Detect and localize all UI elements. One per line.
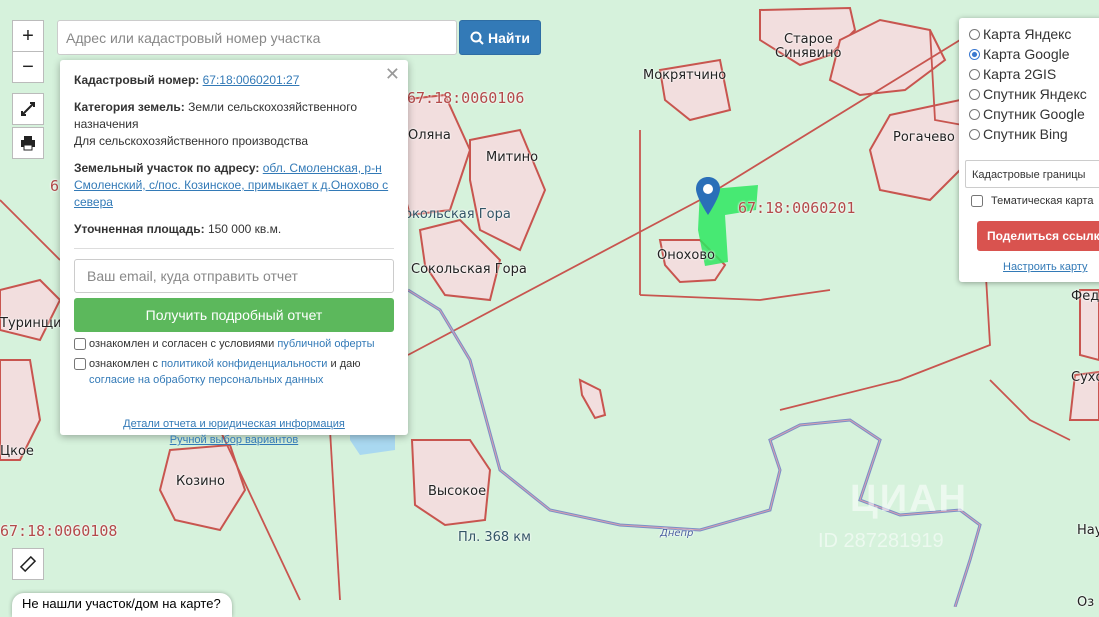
map-label-rogachevo: Рогачево	[893, 130, 955, 145]
map-label-suho: Сухо	[1071, 370, 1099, 385]
not-found-tab[interactable]: Не нашли участок/дом на карте?	[12, 593, 232, 617]
email-field[interactable]	[74, 259, 394, 293]
map-label-olyana: Оляна	[408, 128, 451, 143]
ruler-icon	[19, 555, 37, 573]
parcel-info-popup: ✕ Кадастровый номер: 67:18:0060201:27 Ка…	[60, 60, 408, 446]
address-row: Земельный участок по адресу: обл. Смолен…	[74, 160, 394, 211]
map-label-tskoe: Цкое	[0, 444, 34, 459]
radio-icon	[969, 128, 980, 140]
consent-privacy: ознакомлен с политикой конфиденциальност…	[74, 356, 394, 388]
cadastral-boundaries-select[interactable]: Кадастровые границы	[965, 160, 1099, 188]
cadastral-label-60106: 67:18:0060106	[407, 89, 525, 107]
map-label-pl-368: Пл. 368 км	[458, 530, 531, 545]
cadastral-number-link[interactable]: 67:18:0060201:27	[203, 73, 300, 87]
consent-privacy-text: ознакомлен с	[89, 358, 162, 370]
radio-icon	[969, 68, 980, 80]
close-icon[interactable]: ✕	[385, 64, 400, 85]
get-report-button[interactable]: Получить подробный отчет	[74, 298, 394, 332]
map-label-mokryatchino: Мокрятчино	[643, 68, 727, 83]
privacy-policy-link[interactable]: политикой конфиденциальности	[161, 358, 327, 370]
print-button[interactable]	[12, 127, 44, 159]
cadastral-number-label: Кадастровый номер:	[74, 73, 200, 87]
find-button-label: Найти	[488, 29, 530, 46]
popup-footer-links: Детали отчета и юридическая информация Р…	[74, 416, 394, 448]
area-row: Уточненная площадь: 150 000 кв.м.	[74, 221, 394, 238]
offer-checkbox[interactable]	[74, 338, 86, 350]
map-label-sinyavino: Синявино	[775, 46, 842, 61]
map-layers-panel: Карта Яндекс Карта Google Карта 2GIS Спу…	[959, 18, 1099, 282]
cadastral-label-60108: 67:18:0060108	[0, 522, 118, 540]
cadastral-number-row: Кадастровый номер: 67:18:0060201:27	[74, 72, 394, 89]
consent-offer: ознакомлен и согласен с условиями публич…	[74, 336, 394, 352]
layer-option-label: Спутник Яндекс	[983, 86, 1087, 102]
divider	[74, 248, 394, 249]
expand-icon	[21, 102, 35, 116]
search-input[interactable]	[57, 20, 457, 55]
land-category-label: Категория земель:	[74, 100, 185, 114]
public-offer-link[interactable]: публичной оферты	[277, 338, 374, 350]
map-label-sokolya-gora: Сокольская Гора	[411, 262, 527, 277]
land-category-row: Категория земель: Земли сельскохозяйстве…	[74, 99, 394, 150]
area-value: 150 000 кв.м.	[207, 222, 282, 236]
map-label-staroe: Старое	[784, 32, 833, 47]
layer-option[interactable]: Карта Яндекс	[959, 24, 1099, 44]
thematic-map-label: Тематическая карта	[991, 195, 1094, 207]
map-label-fed: Фед	[1071, 289, 1099, 304]
watermark-logo: ЦИАН	[850, 478, 968, 520]
search-icon	[470, 31, 484, 45]
map-label-kozino: Козино	[176, 474, 225, 489]
layer-option-label: Карта 2GIS	[983, 66, 1057, 82]
layer-option[interactable]: Спутник Bing	[959, 124, 1099, 144]
map-label-sokolya-gora-station: Сокольская Гора	[395, 207, 511, 222]
radio-icon	[969, 88, 980, 100]
privacy-checkbox[interactable]	[74, 358, 86, 370]
map-label-nau: Нау	[1077, 523, 1099, 538]
map-label-dnepr: Днепр	[660, 528, 694, 539]
watermark-id: ID 287281919	[818, 530, 944, 552]
ruler-button[interactable]	[12, 548, 44, 580]
area-label: Уточненная площадь:	[74, 222, 205, 236]
configure-map-link[interactable]: Настроить карту	[1003, 261, 1088, 273]
map-label-onohovo: Онохово	[657, 248, 715, 263]
radio-selected-icon	[969, 48, 980, 60]
printer-icon	[21, 136, 35, 151]
layer-option[interactable]: Карта 2GIS	[959, 64, 1099, 84]
report-details-link[interactable]: Детали отчета и юридическая информация	[123, 418, 345, 430]
layer-option[interactable]: Карта Google	[959, 44, 1099, 64]
map-label-mitino: Митино	[486, 150, 539, 165]
personal-data-link[interactable]: согласие на обработку персональных данны…	[89, 374, 323, 386]
address-label: Земельный участок по адресу:	[74, 161, 260, 175]
zoom-in-button[interactable]: +	[12, 20, 44, 52]
layer-option-label: Спутник Bing	[983, 126, 1068, 142]
find-button[interactable]: Найти	[459, 20, 541, 55]
layer-option-label: Спутник Google	[983, 106, 1085, 122]
thematic-map-checkbox[interactable]	[971, 195, 983, 207]
layer-option-label: Карта Яндекс	[983, 26, 1072, 42]
consent-privacy-tail: и даю	[327, 358, 361, 370]
fullscreen-button[interactable]	[12, 93, 44, 125]
land-usage-value: Для сельскохозяйственного производства	[74, 134, 309, 148]
cadastral-label-60201: 67:18:0060201	[738, 199, 856, 217]
manual-selection-link[interactable]: Ручной выбор вариантов	[170, 434, 298, 446]
layer-option[interactable]: Спутник Яндекс	[959, 84, 1099, 104]
share-link-button[interactable]: Поделиться ссылкой	[977, 221, 1099, 251]
radio-icon	[969, 108, 980, 120]
layer-option[interactable]: Спутник Google	[959, 104, 1099, 124]
zoom-out-button[interactable]: −	[12, 51, 44, 83]
map-label-oz: Оз	[1077, 595, 1095, 610]
consent-offer-text: ознакомлен и согласен с условиями	[89, 338, 278, 350]
location-pin-icon[interactable]	[696, 177, 720, 222]
layer-option-label: Карта Google	[983, 46, 1070, 62]
thematic-map-toggle: Тематическая карта	[971, 195, 1093, 207]
radio-icon	[969, 28, 980, 40]
map-label-vysokoe: Высокое	[428, 484, 487, 499]
